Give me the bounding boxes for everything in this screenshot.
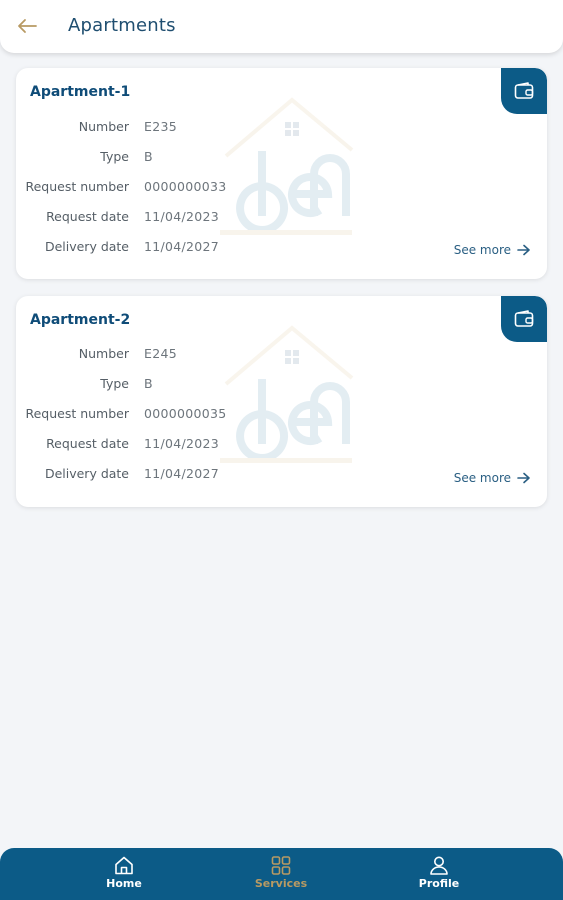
arrow-right-icon	[517, 244, 530, 256]
field-value: 0000000035	[144, 406, 227, 421]
field-value: 11/04/2027	[144, 466, 220, 481]
nav-item-profile[interactable]: Profile	[399, 856, 479, 896]
field-row-delivery-date: Delivery date 11/04/2027	[16, 466, 316, 484]
field-row-number: Number E235	[16, 119, 316, 137]
field-label: Type	[100, 376, 129, 391]
see-more-label: See more	[453, 243, 511, 257]
field-row-type: Type B	[16, 149, 316, 167]
field-row-request-date: Request date 11/04/2023	[16, 436, 316, 454]
field-label: Request number	[25, 179, 129, 194]
wallet-icon	[514, 310, 534, 327]
field-label: Request date	[46, 209, 129, 224]
field-value: E235	[144, 119, 177, 134]
field-row-type: Type B	[16, 376, 316, 394]
app-root: Apartments Apartment-1 Number E235 Type	[0, 0, 563, 900]
wallet-button[interactable]	[501, 296, 547, 342]
field-row-request-number: Request number 0000000035	[16, 406, 316, 424]
apartment-card: Apartment-1 Number E235 Type B Request n…	[16, 68, 547, 279]
see-more-label: See more	[453, 471, 511, 485]
arrow-right-icon	[517, 472, 530, 484]
bottom-navigation-bar: Home Services Profile	[0, 848, 563, 900]
field-label: Delivery date	[44, 239, 129, 254]
nav-item-services[interactable]: Services	[241, 856, 321, 896]
user-icon	[430, 856, 448, 875]
apartment-card: Apartment-2 Number E245 Type B Request n…	[16, 296, 547, 507]
field-value: B	[144, 149, 153, 164]
field-value: E245	[144, 346, 177, 361]
field-row-delivery-date: Delivery date 11/04/2027	[16, 239, 316, 257]
field-value: B	[144, 376, 153, 391]
field-label: Number	[78, 346, 129, 361]
field-row-request-number: Request number 0000000033	[16, 179, 316, 197]
page-title: Apartments	[68, 15, 176, 36]
nav-item-home[interactable]: Home	[84, 856, 164, 896]
field-value: 11/04/2023	[144, 209, 220, 224]
field-label: Request date	[46, 436, 129, 451]
field-label: Delivery date	[44, 466, 129, 481]
apartment-title: Apartment-1	[30, 84, 131, 100]
nav-label-home: Home	[106, 877, 142, 890]
grid-icon	[271, 856, 291, 875]
home-icon	[115, 856, 133, 875]
nav-label-services: Services	[254, 877, 308, 890]
nav-label-profile: Profile	[418, 877, 460, 890]
see-more-link[interactable]: See more	[454, 471, 531, 485]
field-label: Number	[78, 119, 129, 134]
apartment-title: Apartment-2	[30, 312, 131, 328]
arrow-left-icon	[18, 19, 37, 33]
top-app-bar: Apartments	[0, 0, 563, 53]
field-label: Type	[100, 149, 129, 164]
field-row-number: Number E245	[16, 346, 316, 364]
field-value: 11/04/2027	[144, 239, 220, 254]
see-more-link[interactable]: See more	[454, 243, 531, 257]
field-label: Request number	[25, 406, 129, 421]
field-value: 0000000033	[144, 179, 227, 194]
field-value: 11/04/2023	[144, 436, 220, 451]
wallet-icon	[514, 82, 534, 99]
wallet-button[interactable]	[501, 68, 547, 114]
back-button[interactable]	[14, 13, 40, 39]
field-row-request-date: Request date 11/04/2023	[16, 209, 316, 227]
